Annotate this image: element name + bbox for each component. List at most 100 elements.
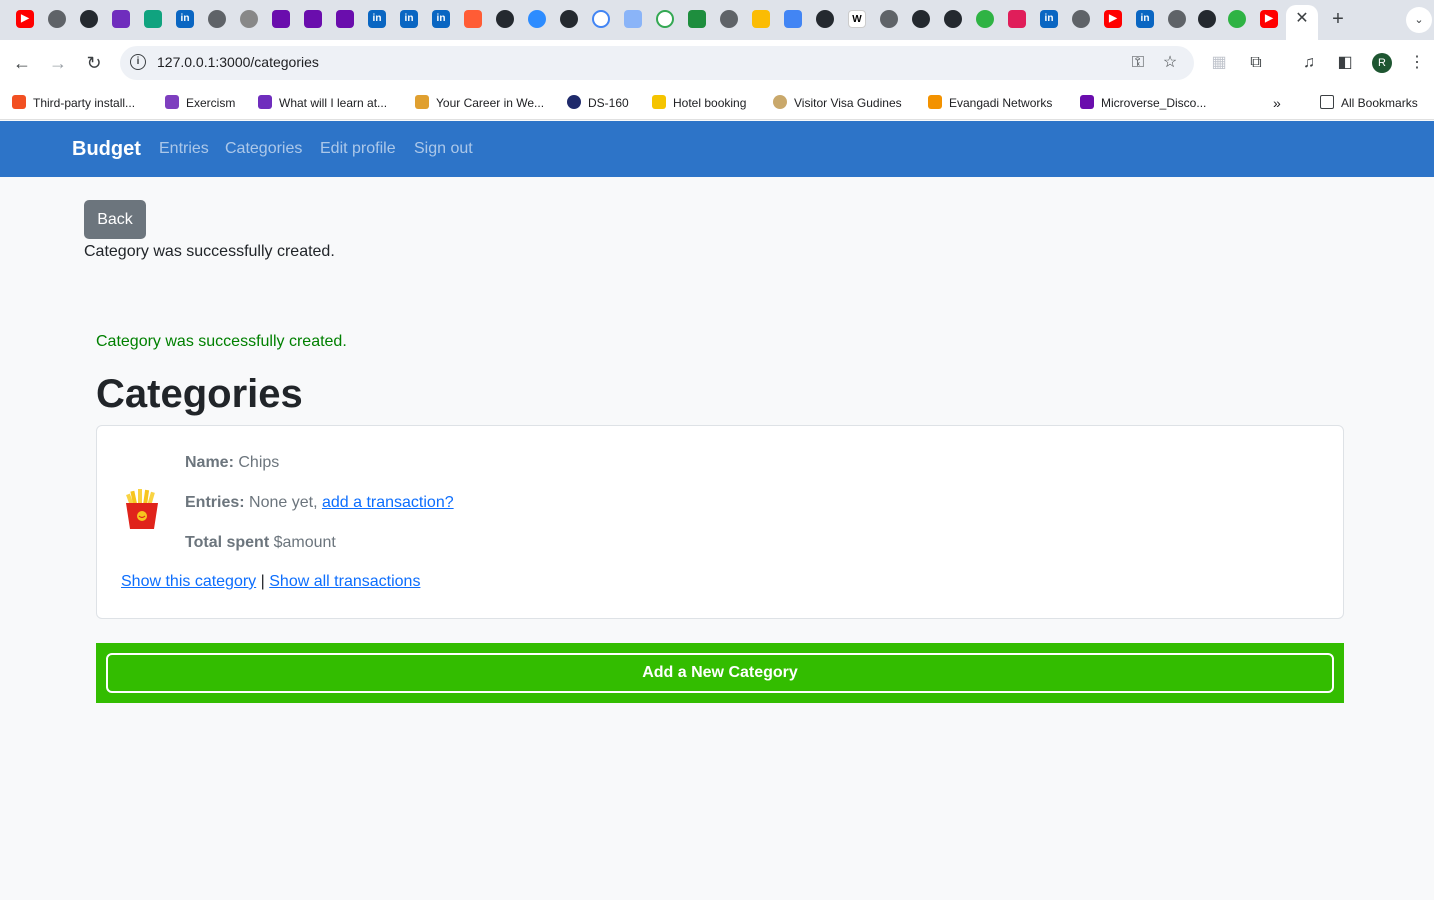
green-circle-tab-icon[interactable]	[1228, 10, 1246, 28]
bookmark-item[interactable]: Your Career in We...	[415, 95, 544, 111]
menu-kebab-icon[interactable]: ⋮	[1406, 52, 1428, 74]
android-tab-icon[interactable]	[688, 10, 706, 28]
google-tab-icon[interactable]	[592, 10, 610, 28]
category-entries-row: Entries: None yet, add a transaction?	[185, 493, 454, 513]
chatgpt-tab-icon[interactable]	[144, 10, 162, 28]
add-transaction-link[interactable]: add a transaction?	[322, 494, 454, 511]
chrome-tab-icon[interactable]	[880, 10, 898, 28]
microsoft-icon	[12, 95, 26, 109]
back-arrow-icon[interactable]: ←	[10, 51, 34, 75]
microverse-tab-icon[interactable]	[336, 10, 354, 28]
media-control-icon[interactable]: ♫	[1298, 52, 1320, 74]
github-tab-icon[interactable]	[1198, 10, 1216, 28]
site-info-icon[interactable]: i	[130, 54, 146, 70]
bookmark-label: Your Career in We...	[436, 96, 545, 110]
github-tab-icon[interactable]	[912, 10, 930, 28]
bookmark-item[interactable]: Exercism	[165, 95, 235, 111]
profile-avatar[interactable]: R	[1372, 53, 1392, 73]
github-tab-icon[interactable]	[496, 10, 514, 28]
youtube-tab-icon[interactable]: ▶	[1104, 10, 1122, 28]
github-tab-icon[interactable]	[560, 10, 578, 28]
globe-tab-icon[interactable]	[720, 10, 738, 28]
evangadi-icon	[928, 95, 942, 109]
linkedin-tab-icon[interactable]: in	[1136, 10, 1154, 28]
folder-tab-icon[interactable]	[624, 10, 642, 28]
add-new-category-button[interactable]: Add a New Category	[106, 653, 1334, 693]
wikipedia-tab-icon[interactable]: W	[848, 10, 866, 28]
side-panel-icon[interactable]: ◧	[1334, 52, 1356, 74]
show-all-transactions-link[interactable]: Show all transactions	[269, 573, 420, 590]
slack-tab-icon[interactable]	[1008, 10, 1026, 28]
show-category-link[interactable]: Show this category	[121, 573, 256, 590]
tab-search-icon[interactable]: ⌄	[1406, 7, 1432, 33]
google-tab-icon[interactable]	[656, 10, 674, 28]
green-circle-tab-icon[interactable]	[976, 10, 994, 28]
forward-arrow-icon[interactable]: →	[46, 51, 70, 75]
bookmark-item[interactable]: Hotel booking	[652, 95, 746, 111]
hubspot-tab-icon[interactable]	[464, 10, 482, 28]
url-text[interactable]: 127.0.0.1:3000/categories	[157, 54, 319, 70]
add-category-bar: Add a New Category	[96, 643, 1344, 703]
linkedin-tab-icon[interactable]: in	[368, 10, 386, 28]
nav-link-sign-out[interactable]: Sign out	[414, 139, 473, 159]
nav-link-entries[interactable]: Entries	[159, 139, 209, 159]
close-tab-icon[interactable]: ✕	[1294, 10, 1310, 28]
github-tab-icon[interactable]	[80, 10, 98, 28]
password-key-icon[interactable]: ⚿	[1128, 53, 1148, 73]
french-fries-icon	[126, 489, 158, 529]
more-bookmarks-chevron-icon[interactable]: »	[1273, 95, 1281, 111]
app-navbar: Budget Entries Categories Edit profile S…	[0, 121, 1434, 177]
bookmark-label: What will I learn at...	[279, 96, 388, 110]
bookmark-item[interactable]: Visitor Visa Gudines	[773, 95, 902, 111]
linkedin-tab-icon[interactable]: in	[400, 10, 418, 28]
total-label: Total spent	[185, 534, 270, 551]
address-bar[interactable]: i 127.0.0.1:3000/categories ⚿ ☆	[120, 46, 1194, 80]
mail-tab-icon[interactable]	[112, 10, 130, 28]
microverse-tab-icon[interactable]	[272, 10, 290, 28]
browser-tab-strip: ▶ in in in in W in ▶ in ▶ ✕ + ⌄	[0, 0, 1434, 40]
all-bookmarks-folder[interactable]: All Bookmarks	[1320, 95, 1418, 111]
nav-link-categories[interactable]: Categories	[225, 139, 302, 159]
extensions-puzzle-icon[interactable]: ⧉	[1245, 52, 1267, 74]
drive-tab-icon[interactable]	[752, 10, 770, 28]
bookmark-label: Microverse_Disco...	[1101, 96, 1207, 110]
bookmark-item[interactable]: DS-160	[567, 95, 629, 111]
back-button[interactable]: Back	[84, 200, 146, 239]
category-name-row: Name: Chips	[185, 453, 279, 473]
folder-icon	[1320, 95, 1334, 109]
total-value: $amount	[273, 534, 336, 551]
new-tab-button[interactable]: +	[1328, 9, 1348, 29]
link-separator: |	[260, 573, 265, 590]
category-card: Name: Chips Entries: None yet, add a tra…	[96, 425, 1344, 619]
linkedin-tab-icon[interactable]: in	[176, 10, 194, 28]
linkedin-tab-icon[interactable]: in	[1040, 10, 1058, 28]
globe-tab-icon[interactable]	[208, 10, 226, 28]
bookmark-item[interactable]: Microverse_Disco...	[1080, 95, 1206, 111]
career-icon	[415, 95, 429, 109]
exercism-icon	[165, 95, 179, 109]
linkedin-tab-icon[interactable]: in	[432, 10, 450, 28]
success-notice: Category was successfully created.	[96, 333, 347, 350]
docs-tab-icon[interactable]	[784, 10, 802, 28]
youtube-tab-icon[interactable]: ▶	[16, 10, 34, 28]
bookmark-item[interactable]: What will I learn at...	[258, 95, 387, 111]
visa-icon	[773, 95, 787, 109]
nav-link-edit-profile[interactable]: Edit profile	[320, 139, 396, 159]
brand-link[interactable]: Budget	[72, 137, 141, 161]
apple-tab-icon[interactable]	[240, 10, 258, 28]
extension-icon[interactable]: ▦	[1208, 52, 1230, 74]
youtube-tab-icon[interactable]: ▶	[1260, 10, 1278, 28]
bookmark-label: Evangadi Networks	[949, 96, 1053, 110]
github-tab-icon[interactable]	[944, 10, 962, 28]
globe-tab-icon[interactable]	[1168, 10, 1186, 28]
microverse-tab-icon[interactable]	[304, 10, 322, 28]
globe-tab-icon[interactable]	[48, 10, 66, 28]
zoom-tab-icon[interactable]	[528, 10, 546, 28]
bookmark-item[interactable]: Evangadi Networks	[928, 95, 1052, 111]
chrome-tab-icon[interactable]	[1072, 10, 1090, 28]
bookmark-star-icon[interactable]: ☆	[1160, 53, 1180, 73]
bookmark-item[interactable]: Third-party install...	[12, 95, 135, 111]
github-tab-icon[interactable]	[816, 10, 834, 28]
reload-icon[interactable]: ↻	[82, 51, 106, 75]
microverse-icon	[1080, 95, 1094, 109]
